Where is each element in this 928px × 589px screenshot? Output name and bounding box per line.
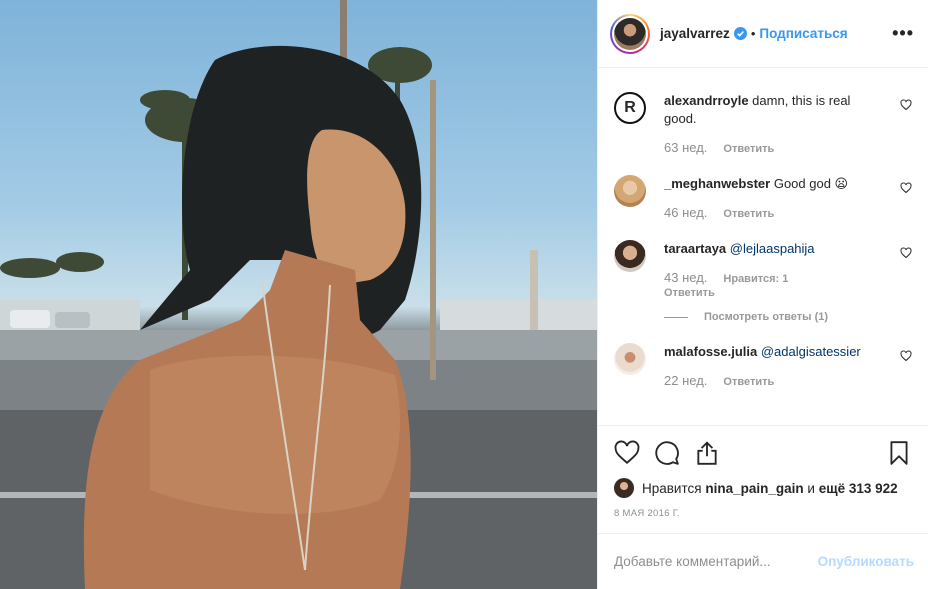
- commenter-avatar[interactable]: [614, 175, 646, 207]
- post-actions: Нравится nina_pain_gain и ещё 313 922 8 …: [598, 425, 928, 519]
- comment-mention[interactable]: @lejlaaspahija: [730, 241, 815, 256]
- likes-summary[interactable]: Нравится nina_pain_gain и ещё 313 922: [614, 478, 912, 498]
- heart-icon[interactable]: [614, 440, 640, 466]
- comment-like-heart-icon[interactable]: [900, 349, 912, 362]
- view-replies-label: Посмотреть ответы (1): [704, 311, 829, 323]
- reply-button[interactable]: Ответить: [664, 287, 884, 299]
- add-comment-bar: Опубликовать: [598, 533, 928, 589]
- view-replies-button[interactable]: Посмотреть ответы (1): [664, 311, 884, 323]
- commenter-avatar[interactable]: [614, 343, 646, 375]
- comment-username[interactable]: taraartaya: [664, 241, 726, 256]
- comment-like-heart-icon[interactable]: [900, 246, 912, 259]
- reply-button[interactable]: Ответить: [723, 208, 774, 220]
- comment-icon[interactable]: [654, 440, 680, 466]
- author-username[interactable]: jayalvarrez: [660, 26, 730, 41]
- liker-avatar: [614, 478, 634, 498]
- comment-time[interactable]: 22 нед.: [664, 373, 707, 388]
- header-separator: •: [750, 26, 756, 41]
- reply-button[interactable]: Ответить: [723, 143, 774, 155]
- registered-logo-icon[interactable]: R: [614, 92, 646, 124]
- comment-input[interactable]: [614, 554, 818, 569]
- post-photo-illustration: [0, 0, 597, 589]
- publish-button[interactable]: Опубликовать: [818, 554, 914, 569]
- likes-user[interactable]: nina_pain_gain: [705, 481, 803, 496]
- post-side-panel: jayalvarrez • Подписаться ••• R alexandr…: [597, 0, 928, 589]
- likes-count[interactable]: ещё 313 922: [819, 481, 898, 496]
- comment-time[interactable]: 43 нед.: [664, 270, 707, 285]
- reply-button[interactable]: Ответить: [723, 376, 774, 388]
- comment-time[interactable]: 46 нед.: [664, 205, 707, 220]
- share-icon[interactable]: [694, 440, 720, 466]
- commenter-avatar[interactable]: [614, 240, 646, 272]
- comment-username[interactable]: alexandrroyle: [664, 93, 749, 108]
- comment-item: malafosse.julia @adalgisatessier 22 нед.…: [614, 343, 912, 388]
- post-header: jayalvarrez • Подписаться •••: [598, 0, 928, 68]
- comment-username[interactable]: malafosse.julia: [664, 344, 757, 359]
- post-photo[interactable]: [0, 0, 597, 589]
- verified-badge-icon: [733, 27, 747, 40]
- follow-button[interactable]: Подписаться: [759, 26, 847, 41]
- more-options-button[interactable]: •••: [892, 23, 914, 44]
- comments-list: R alexandrroyle damn, this is real good.…: [598, 68, 928, 425]
- comment-text: Good god 😦: [773, 176, 849, 191]
- likes-prefix: Нравится: [642, 480, 702, 496]
- comment-item: R alexandrroyle damn, this is real good.…: [614, 92, 912, 155]
- author-avatar[interactable]: [610, 13, 650, 54]
- comment-item: _meghanwebster Good god 😦 46 нед. Ответи…: [614, 175, 912, 220]
- comment-item: taraartaya @lejlaaspahija 43 нед. Нравит…: [614, 240, 912, 323]
- comment-likes-count[interactable]: Нравится: 1: [723, 273, 788, 285]
- comment-like-heart-icon[interactable]: [900, 181, 912, 194]
- likes-middle: и: [807, 480, 815, 496]
- comment-mention[interactable]: @adalgisatessier: [761, 344, 861, 359]
- comment-like-heart-icon[interactable]: [900, 98, 912, 111]
- post-date[interactable]: 8 МАЯ 2016 Г.: [614, 508, 912, 519]
- comment-time[interactable]: 63 нед.: [664, 140, 707, 155]
- bookmark-icon[interactable]: [886, 440, 912, 466]
- comment-username[interactable]: _meghanwebster: [664, 176, 770, 191]
- instagram-post: jayalvarrez • Подписаться ••• R alexandr…: [0, 0, 928, 589]
- action-icons-row: [614, 438, 912, 468]
